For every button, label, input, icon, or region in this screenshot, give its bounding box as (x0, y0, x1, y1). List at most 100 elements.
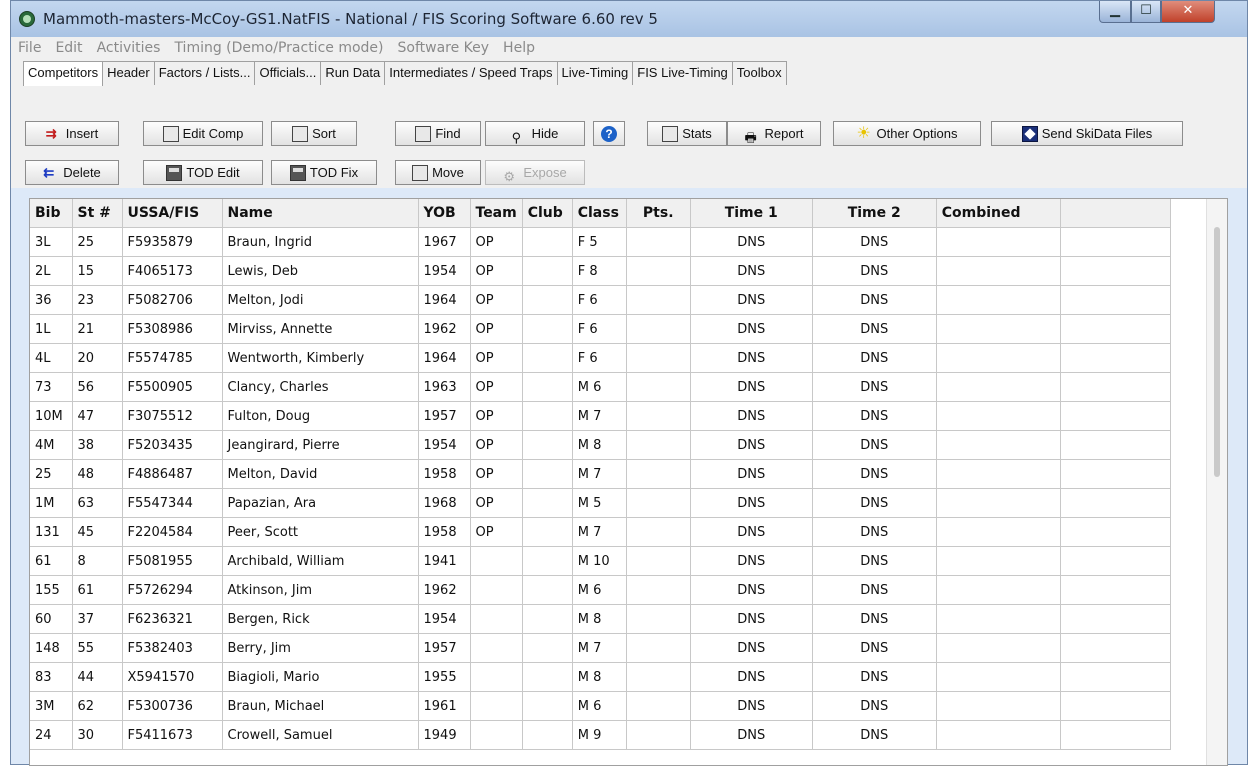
cell-class[interactable]: M 6 (572, 372, 627, 402)
cell-team[interactable]: OP (470, 343, 523, 373)
table-row[interactable]: 24 30 F5411673 Crowell, Samuel 1949 M 9 DNS DNS (30, 720, 1171, 750)
cell-start-number[interactable]: 21 (72, 314, 123, 344)
cell-class[interactable]: M 7 (572, 633, 627, 663)
cell-club[interactable] (522, 314, 573, 344)
cell-name[interactable]: Mirviss, Annette (222, 314, 419, 344)
cell-class[interactable]: M 6 (572, 691, 627, 721)
cell-time1[interactable]: DNS (690, 285, 813, 315)
col-start-number[interactable]: St # (72, 199, 123, 228)
cell-bib[interactable]: 3M (30, 691, 73, 721)
cell-team[interactable]: OP (470, 285, 523, 315)
cell-yob[interactable]: 1957 (418, 633, 471, 663)
col-combined[interactable]: Combined (936, 199, 1061, 228)
cell-combined[interactable] (936, 662, 1061, 692)
cell-combined[interactable] (936, 343, 1061, 373)
cell-combined[interactable] (936, 256, 1061, 286)
cell-time1[interactable]: DNS (690, 633, 813, 663)
cell-team[interactable]: OP (470, 372, 523, 402)
cell-club[interactable] (522, 575, 573, 605)
cell-combined[interactable] (936, 546, 1061, 576)
cell-bib[interactable]: 131 (30, 517, 73, 547)
cell-time2[interactable]: DNS (812, 430, 937, 460)
tab-run-data[interactable]: Run Data (320, 61, 386, 85)
cell-name[interactable]: Lewis, Deb (222, 256, 419, 286)
table-row[interactable]: 1L 21 F5308986 Mirviss, Annette 1962 OP F 6 DNS… (30, 314, 1171, 344)
cell-name[interactable]: Braun, Ingrid (222, 227, 419, 257)
tab-competitors[interactable]: Competitors (23, 61, 104, 86)
other-options-button[interactable]: ☀ Other Options (833, 121, 981, 146)
cell-time1[interactable]: DNS (690, 488, 813, 518)
cell-time1[interactable]: DNS (690, 459, 813, 489)
cell-start-number[interactable]: 38 (72, 430, 123, 460)
table-row[interactable]: 131 45 F2204584 Peer, Scott 1958 OP M 7 DNS DNS (30, 517, 1171, 547)
cell-time2[interactable]: DNS (812, 488, 937, 518)
cell-club[interactable] (522, 517, 573, 547)
cell-bib[interactable]: 60 (30, 604, 73, 634)
col-name[interactable]: Name (222, 199, 419, 228)
col-time2[interactable]: Time 2 (812, 199, 937, 228)
cell-class[interactable]: M 8 (572, 604, 627, 634)
cell-team[interactable]: OP (470, 401, 523, 431)
cell-bib[interactable]: 73 (30, 372, 73, 402)
cell-combined[interactable] (936, 430, 1061, 460)
cell-points[interactable] (626, 372, 691, 402)
cell-points[interactable] (626, 633, 691, 663)
cell-team[interactable] (470, 546, 523, 576)
cell-ussa-fis[interactable]: F5382403 (122, 633, 223, 663)
cell-time1[interactable]: DNS (690, 575, 813, 605)
cell-club[interactable] (522, 604, 573, 634)
cell-bib[interactable]: 25 (30, 459, 73, 489)
cell-points[interactable] (626, 314, 691, 344)
table-row[interactable]: 155 61 F5726294 Atkinson, Jim 1962 M 6 DNS DNS (30, 575, 1171, 605)
cell-team[interactable]: OP (470, 430, 523, 460)
cell-name[interactable]: Fulton, Doug (222, 401, 419, 431)
cell-ussa-fis[interactable]: F5203435 (122, 430, 223, 460)
cell-team[interactable] (470, 691, 523, 721)
cell-time2[interactable]: DNS (812, 604, 937, 634)
tab-toolbox[interactable]: Toolbox (731, 61, 787, 85)
cell-time2[interactable]: DNS (812, 720, 937, 750)
cell-start-number[interactable]: 48 (72, 459, 123, 489)
cell-bib[interactable]: 83 (30, 662, 73, 692)
cell-points[interactable] (626, 662, 691, 692)
tab-intermediates[interactable]: Intermediates / Speed Traps (384, 61, 558, 85)
cell-bib[interactable]: 155 (30, 575, 73, 605)
cell-points[interactable] (626, 343, 691, 373)
cell-name[interactable]: Papazian, Ara (222, 488, 419, 518)
cell-start-number[interactable]: 37 (72, 604, 123, 634)
cell-points[interactable] (626, 401, 691, 431)
send-skidata-button[interactable]: Send SkiData Files (991, 121, 1183, 146)
col-time1[interactable]: Time 1 (690, 199, 813, 228)
cell-team[interactable] (470, 633, 523, 663)
col-club[interactable]: Club (522, 199, 573, 228)
cell-ussa-fis[interactable]: F5547344 (122, 488, 223, 518)
cell-start-number[interactable]: 30 (72, 720, 123, 750)
title-bar[interactable]: Mammoth-masters-McCoy-GS1.NatFIS - Natio… (11, 1, 1247, 37)
cell-club[interactable] (522, 227, 573, 257)
table-row[interactable]: 83 44 X5941570 Biagioli, Mario 1955 M 8 DNS DNS (30, 662, 1171, 692)
cell-bib[interactable]: 10M (30, 401, 73, 431)
cell-points[interactable] (626, 720, 691, 750)
cell-points[interactable] (626, 285, 691, 315)
cell-time2[interactable]: DNS (812, 691, 937, 721)
cell-class[interactable]: F 6 (572, 314, 627, 344)
cell-combined[interactable] (936, 285, 1061, 315)
stats-button[interactable]: Stats (647, 121, 727, 146)
col-bib[interactable]: Bib (30, 199, 73, 228)
cell-yob[interactable]: 1964 (418, 343, 471, 373)
cell-yob[interactable]: 1954 (418, 604, 471, 634)
cell-team[interactable]: OP (470, 459, 523, 489)
cell-name[interactable]: Biagioli, Mario (222, 662, 419, 692)
cell-combined[interactable] (936, 604, 1061, 634)
col-team[interactable]: Team (470, 199, 523, 228)
cell-combined[interactable] (936, 720, 1061, 750)
col-class[interactable]: Class (572, 199, 627, 228)
cell-time2[interactable]: DNS (812, 314, 937, 344)
table-row[interactable]: 3M 62 F5300736 Braun, Michael 1961 M 6 DNS DNS (30, 691, 1171, 721)
cell-ussa-fis[interactable]: F5935879 (122, 227, 223, 257)
cell-yob[interactable]: 1954 (418, 430, 471, 460)
cell-club[interactable] (522, 285, 573, 315)
cell-class[interactable]: M 8 (572, 662, 627, 692)
cell-start-number[interactable]: 56 (72, 372, 123, 402)
table-row[interactable]: 4M 38 F5203435 Jeangirard, Pierre 1954 OP M 8 D… (30, 430, 1171, 460)
